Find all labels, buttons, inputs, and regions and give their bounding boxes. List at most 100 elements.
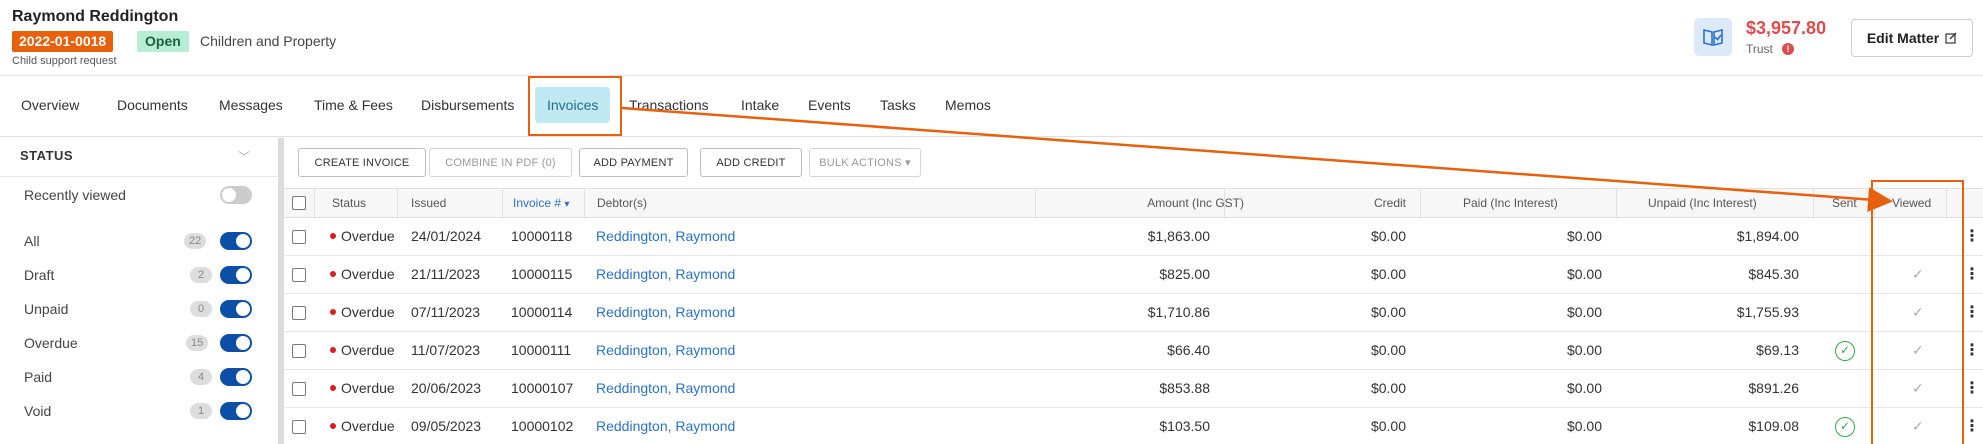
tab-disbursements[interactable]: Disbursements — [421, 97, 514, 113]
header-invoice-number[interactable]: Invoice # ▾ — [513, 196, 569, 210]
recently-viewed-toggle[interactable] — [220, 186, 252, 204]
row-amount: $825.00 — [1159, 266, 1210, 282]
row-debtor-link[interactable]: Reddington, Raymond — [596, 380, 735, 396]
header-debtors[interactable]: Debtor(s) — [597, 196, 647, 210]
book-check-icon[interactable] — [1694, 18, 1732, 56]
row-debtor-link[interactable]: Reddington, Raymond — [596, 418, 735, 434]
table-row[interactable]: Overdue 07/11/2023 10000114 Reddington, Ray… — [284, 294, 1983, 332]
row-more-menu-icon[interactable]: ⋮ — [1964, 302, 1980, 322]
filter-label: All — [24, 233, 40, 249]
header-unpaid[interactable]: Unpaid (Inc Interest) — [1648, 196, 1757, 210]
row-more-menu-icon[interactable]: ⋮ — [1964, 378, 1980, 398]
header-status[interactable]: Status — [332, 196, 366, 210]
chevron-down-icon[interactable]: ﹀ — [238, 148, 250, 165]
row-invoice-number[interactable]: 10000118 — [511, 228, 572, 244]
add-credit-button[interactable]: ADD CREDIT — [700, 148, 802, 177]
row-invoice-number[interactable]: 10000115 — [511, 266, 572, 282]
tab-memos[interactable]: Memos — [945, 97, 991, 113]
filter-all[interactable]: All 22 — [24, 230, 254, 252]
row-amount: $853.88 — [1159, 380, 1210, 396]
tab-documents[interactable]: Documents — [117, 97, 188, 113]
table-header: Status Issued Invoice # ▾ Debtor(s) Amou… — [284, 188, 1983, 219]
row-checkbox[interactable] — [292, 268, 306, 282]
filter-count: 15 — [186, 335, 209, 351]
row-credit: $0.00 — [1370, 342, 1406, 358]
row-unpaid: $69.13 — [1756, 342, 1799, 358]
row-invoice-number[interactable]: 10000102 — [511, 418, 573, 434]
row-checkbox[interactable] — [292, 306, 306, 320]
table-row[interactable]: Overdue 24/01/2024 10000118 Reddington, Ray… — [284, 218, 1983, 256]
row-paid: $0.00 — [1566, 418, 1602, 434]
row-more-menu-icon[interactable]: ⋮ — [1964, 416, 1980, 436]
filter-unpaid[interactable]: Unpaid 0 — [24, 298, 254, 320]
row-paid: $0.00 — [1566, 304, 1602, 320]
row-checkbox[interactable] — [292, 230, 306, 244]
table-row[interactable]: Overdue 21/11/2023 10000115 Reddington, Ray… — [284, 256, 1983, 294]
filter-toggle[interactable] — [220, 300, 252, 318]
row-issued: 20/06/2023 — [411, 380, 482, 396]
header-viewed[interactable]: Viewed — [1892, 196, 1931, 210]
bulk-actions-dropdown[interactable]: BULK ACTIONS ▾ — [809, 148, 921, 177]
filter-void[interactable]: Void 1 — [24, 400, 254, 422]
tab-messages[interactable]: Messages — [219, 97, 283, 113]
header-issued[interactable]: Issued — [411, 196, 446, 210]
row-unpaid: $1,894.00 — [1736, 228, 1799, 244]
row-invoice-number[interactable]: 10000111 — [511, 342, 571, 358]
row-checkbox[interactable] — [292, 344, 306, 358]
tab-transactions[interactable]: Transactions — [629, 97, 709, 113]
row-credit: $0.00 — [1370, 380, 1406, 396]
filter-toggle[interactable] — [220, 402, 252, 420]
filter-toggle[interactable] — [220, 266, 252, 284]
header-invoice-label: Invoice # — [513, 196, 562, 210]
matter-description: Child support request — [12, 55, 117, 67]
row-invoice-number[interactable]: 10000107 — [511, 380, 573, 396]
row-more-menu-icon[interactable]: ⋮ — [1964, 264, 1980, 284]
table-row[interactable]: Overdue 09/05/2023 10000102 Reddington, Ray… — [284, 408, 1983, 444]
row-unpaid: $109.08 — [1748, 418, 1799, 434]
tab-intake[interactable]: Intake — [741, 97, 779, 113]
viewed-check-icon: ✓ — [1912, 304, 1924, 320]
tab-events[interactable]: Events — [808, 97, 851, 113]
header-amount[interactable]: Amount (Inc GST) — [1104, 196, 1244, 210]
table-row[interactable]: Overdue 11/07/2023 10000111 Reddington, Ray… — [284, 332, 1983, 370]
edit-matter-button[interactable]: Edit Matter — [1851, 19, 1973, 57]
filter-toggle[interactable] — [220, 232, 252, 250]
column-divider — [1946, 189, 1947, 219]
combine-pdf-button[interactable]: COMBINE IN PDF (0) — [429, 148, 572, 177]
add-payment-button[interactable]: ADD PAYMENT — [579, 148, 688, 177]
tab-time-fees[interactable]: Time & Fees — [314, 97, 393, 113]
column-divider — [1813, 189, 1814, 219]
row-more-menu-icon[interactable]: ⋮ — [1964, 340, 1980, 360]
row-checkbox[interactable] — [292, 420, 306, 434]
create-invoice-button[interactable]: CREATE INVOICE — [298, 148, 426, 177]
filter-draft[interactable]: Draft 2 — [24, 264, 254, 286]
filter-overdue[interactable]: Overdue 15 — [24, 332, 254, 354]
filter-toggle[interactable] — [220, 334, 252, 352]
header-paid[interactable]: Paid (Inc Interest) — [1463, 196, 1558, 210]
filter-toggle[interactable] — [220, 368, 252, 386]
overdue-dot-icon — [330, 385, 336, 392]
header-credit[interactable]: Credit — [1374, 196, 1406, 210]
tab-overview[interactable]: Overview — [21, 97, 79, 113]
header-sent[interactable]: Sent — [1832, 196, 1857, 210]
overdue-dot-icon — [330, 271, 336, 278]
row-checkbox[interactable] — [292, 382, 306, 396]
filter-label: Paid — [24, 369, 53, 385]
row-invoice-number[interactable]: 10000114 — [511, 304, 572, 320]
tab-invoices[interactable]: Invoices — [535, 87, 611, 123]
filter-paid[interactable]: Paid 4 — [24, 366, 254, 388]
select-all-checkbox[interactable] — [292, 196, 306, 210]
row-debtor-link[interactable]: Reddington, Raymond — [596, 304, 735, 320]
tab-tasks[interactable]: Tasks — [880, 97, 916, 113]
row-unpaid: $845.30 — [1748, 266, 1799, 282]
filter-count: 4 — [190, 369, 212, 385]
row-more-menu-icon[interactable]: ⋮ — [1964, 226, 1980, 246]
overdue-dot-icon — [330, 309, 336, 316]
filter-count: 0 — [190, 301, 212, 317]
row-debtor-link[interactable]: Reddington, Raymond — [596, 342, 735, 358]
row-amount: $103.50 — [1159, 418, 1210, 434]
row-debtor-link[interactable]: Reddington, Raymond — [596, 228, 735, 244]
row-debtor-link[interactable]: Reddington, Raymond — [596, 266, 735, 282]
table-row[interactable]: Overdue 20/06/2023 10000107 Reddington, Ray… — [284, 370, 1983, 408]
matter-type: Children and Property — [200, 33, 337, 49]
